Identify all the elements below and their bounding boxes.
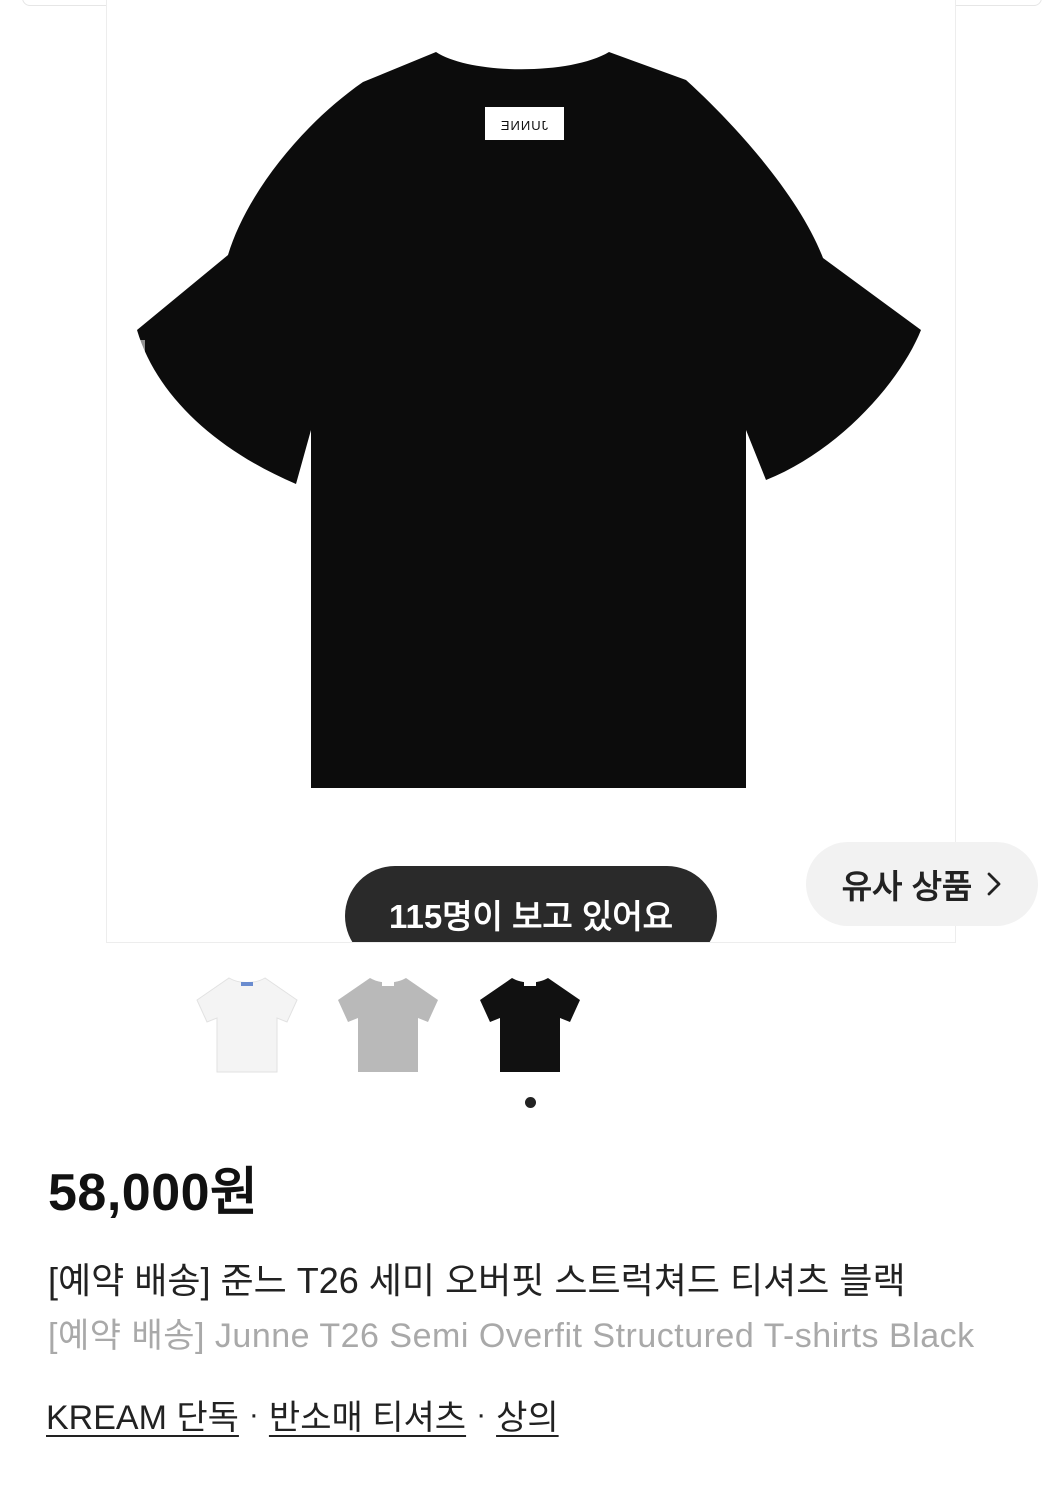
tag-short-sleeve-tshirts[interactable]: 반소매 티셔츠 [269,1390,466,1439]
viewers-count-badge: 115명이 보고 있어요 [345,866,717,942]
product-image-frame[interactable]: JUNNE 115명이 보고 있어요 [106,0,956,943]
tag-separator: · [476,1397,487,1431]
thumbnail-gray-tshirt[interactable] [332,968,444,1080]
tag-tops[interactable]: 상의 [496,1390,559,1439]
title-fade-overlay [991,1300,1061,1356]
tag-kream-exclusive[interactable]: KREAM 단독 [46,1390,239,1439]
thumbnail-white-tshirt[interactable] [191,968,303,1080]
product-image-black-tshirt: JUNNE [135,52,921,788]
similar-products-button[interactable]: 유사 상품 [806,842,1038,926]
product-title-korean: [예약 배송] 준느 T26 세미 오버핏 스트럭쳐드 티셔츠 블랙 [48,1260,906,1301]
tag-separator: · [248,1397,259,1431]
product-title-english: [예약 배송] Junne T26 Semi Overfit Structure… [48,1317,975,1355]
thumbnail-black-tshirt[interactable] [474,968,586,1080]
product-price: 58,000원 [48,1164,259,1222]
similar-products-label: 유사 상품 [841,868,973,905]
category-tags: KREAM 단독 · 반소매 티셔츠 · 상의 [46,1390,559,1439]
chevron-right-icon [986,871,1002,897]
shirt-neck-label: JUNNE [500,118,548,133]
pagination-dot [525,1097,536,1108]
